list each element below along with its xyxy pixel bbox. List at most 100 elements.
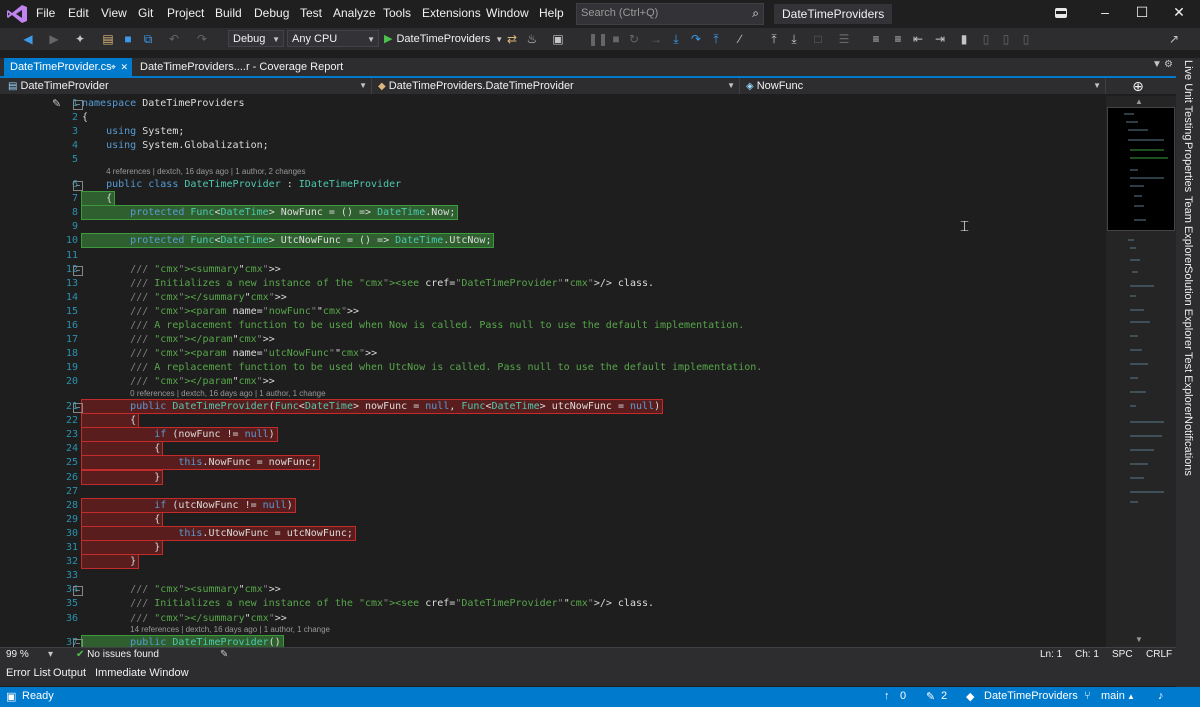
clear-bookmarks-icon[interactable]: ▯	[1018, 30, 1034, 48]
new-item-icon[interactable]: □	[810, 30, 826, 48]
member-combo[interactable]: ◈ NowFunc ▼	[742, 78, 1106, 94]
step-out-icon[interactable]: ⤒	[708, 30, 724, 48]
undo-icon[interactable]: ↶	[166, 30, 182, 48]
back-icon[interactable]: ◀	[20, 30, 36, 48]
code-editor[interactable]: ✎ 1− namespace DateTimeProviders 2{3 using…	[0, 94, 1106, 651]
zoom-level[interactable]: 99 %	[6, 649, 29, 660]
save-icon[interactable]: ■	[120, 30, 136, 48]
sidebar-tab-solution-explorer[interactable]: Solution Explorer	[1182, 266, 1194, 350]
configuration-select[interactable]: Debug ▼	[228, 30, 284, 47]
tab-datetimeprovider-cs[interactable]: DateTimeProvider.cs ⌖ ✕	[4, 58, 132, 76]
save-all-icon[interactable]: ⧉	[140, 30, 156, 48]
whitespace-mode[interactable]: SPC	[1112, 649, 1133, 660]
menu-analyze[interactable]: Analyze	[333, 6, 376, 20]
menu-file[interactable]: File	[36, 6, 55, 20]
tab-output[interactable]: Output	[53, 667, 86, 679]
tab-coverage-report[interactable]: DateTimeProviders....r - Coverage Report	[134, 58, 343, 76]
menu-git[interactable]: Git	[138, 6, 153, 20]
bookmark-list-icon[interactable]: ☰	[836, 30, 852, 48]
menu-debug[interactable]: Debug	[254, 6, 289, 20]
new-project-icon[interactable]: ✦	[72, 30, 88, 48]
chevron-down-icon[interactable]: ▾	[48, 649, 53, 660]
repository-name[interactable]: DateTimeProviders	[984, 690, 1078, 702]
visual-studio-logo-icon[interactable]	[6, 4, 28, 24]
publish-icon[interactable]: ⤒	[766, 30, 782, 48]
unpushed-count[interactable]: 0	[900, 690, 906, 702]
redo-icon[interactable]: ↷	[194, 30, 210, 48]
issues-indicator[interactable]: ✔ No issues found	[76, 649, 159, 660]
outdent-icon[interactable]: ⇤	[910, 30, 926, 48]
comment-icon[interactable]: ≡	[868, 30, 884, 48]
indent-icon[interactable]: ⇥	[932, 30, 948, 48]
line-number: 30	[65, 527, 78, 539]
code-cleanup-icon[interactable]: ∕	[732, 30, 748, 48]
step-into-icon[interactable]: ⤓	[668, 30, 684, 48]
pending-changes-count[interactable]: 2	[941, 690, 947, 702]
deploy-icon[interactable]: ⤓	[786, 30, 802, 48]
menu-edit[interactable]: Edit	[68, 6, 89, 20]
minimize-icon[interactable]: –	[1090, 4, 1120, 20]
line-number: 4	[71, 140, 78, 152]
scroll-up-icon[interactable]: ▲	[1135, 97, 1143, 106]
uncomment-icon[interactable]: ≡	[890, 30, 906, 48]
line-endings[interactable]: CRLF	[1146, 649, 1172, 660]
split-editor-icon[interactable]: ⊕	[1130, 78, 1146, 95]
search-box[interactable]: Search (Ctrl+Q) ⌕	[576, 3, 764, 25]
up-arrow-icon[interactable]: ↑	[884, 690, 890, 702]
tab-error-list[interactable]: Error List	[6, 667, 51, 679]
browser-link-icon[interactable]: ⇄	[504, 30, 520, 48]
close-icon[interactable]: ✕	[1164, 4, 1194, 21]
start-debugging-button[interactable]: ▶ DateTimeProviders ▼	[384, 30, 503, 48]
menu-project[interactable]: Project	[167, 6, 204, 20]
user-avatar-icon[interactable]	[1054, 7, 1068, 19]
menu-extensions[interactable]: Extensions	[422, 6, 481, 20]
screenshot-icon[interactable]: ▣	[550, 30, 566, 48]
notification-bell-icon[interactable]: ♪	[1158, 690, 1164, 702]
sidebar-tab-live-unit-testing[interactable]: Live Unit Testing	[1182, 60, 1194, 141]
project-combo[interactable]: ▤ DateTimeProvider ▼	[4, 78, 372, 94]
bookmark-icon[interactable]: ▮	[956, 30, 972, 48]
tab-immediate-window[interactable]: Immediate Window	[95, 667, 189, 679]
tab-overflow-icon[interactable]: ▼	[1152, 59, 1162, 70]
step-over-icon[interactable]: ↷	[688, 30, 704, 48]
sidebar-tab-team-explorer[interactable]: Team Explorer	[1182, 196, 1194, 267]
hot-reload-icon[interactable]: ♨	[524, 30, 540, 48]
sidebar-tab-notifications[interactable]: Notifications	[1182, 416, 1194, 476]
stop-icon[interactable]: ■	[608, 30, 624, 48]
menu-build[interactable]: Build	[215, 6, 242, 20]
code-lens[interactable]: 14 references | dextch, 16 days ago | 1 …	[130, 625, 330, 634]
sidebar-tab-test-explorer[interactable]: Test Explorer	[1182, 352, 1194, 416]
brush-icon[interactable]: ✎	[220, 649, 228, 660]
type-combo[interactable]: ◆ DateTimeProviders.DateTimeProvider ▼	[374, 78, 740, 94]
status-icon: ▣	[6, 691, 17, 703]
chevron-up-icon[interactable]: ▲	[1127, 692, 1135, 701]
branch-name[interactable]: main	[1101, 690, 1125, 702]
code-lens[interactable]: 4 references | dextch, 16 days ago | 1 a…	[106, 167, 305, 176]
show-next-statement-icon[interactable]: →	[648, 30, 664, 48]
sidebar-tab-properties[interactable]: Properties	[1182, 142, 1194, 192]
menu-view[interactable]: View	[101, 6, 127, 20]
live-share-icon[interactable]: ↗	[1166, 30, 1182, 48]
restart-icon[interactable]: ↻	[626, 30, 642, 48]
pause-icon[interactable]: ❚❚	[588, 30, 608, 48]
line-number[interactable]: Ln: 1	[1040, 649, 1062, 660]
pencil-icon[interactable]: ✎	[926, 690, 935, 703]
column-number[interactable]: Ch: 1	[1075, 649, 1099, 660]
pin-icon[interactable]: ⌖	[111, 58, 116, 76]
menu-help[interactable]: Help	[539, 6, 564, 20]
open-folder-icon[interactable]: ▤	[100, 30, 116, 48]
menu-test[interactable]: Test	[300, 6, 322, 20]
search-icon[interactable]: ⌕	[752, 6, 759, 21]
prev-bookmark-icon[interactable]: ▯	[978, 30, 994, 48]
settings-icon[interactable]: ⚙	[1164, 59, 1173, 70]
next-bookmark-icon[interactable]: ▯	[998, 30, 1014, 48]
forward-icon[interactable]: ▶	[46, 30, 62, 48]
close-tab-icon[interactable]: ✕	[120, 58, 128, 76]
code-lens[interactable]: 0 references | dextch, 16 days ago | 1 a…	[130, 389, 325, 398]
scroll-down-icon[interactable]: ▼	[1135, 635, 1143, 644]
platform-select[interactable]: Any CPU ▼	[287, 30, 379, 47]
maximize-icon[interactable]: ☐	[1127, 4, 1157, 21]
menu-window[interactable]: Window	[486, 6, 529, 20]
toolbar: ◀ ▶ ✦ ▤ ■ ⧉ ↶ ↷ Debug ▼ Any CPU ▼ ▶ DateT…	[0, 28, 1200, 50]
menu-tools[interactable]: Tools	[383, 6, 411, 20]
